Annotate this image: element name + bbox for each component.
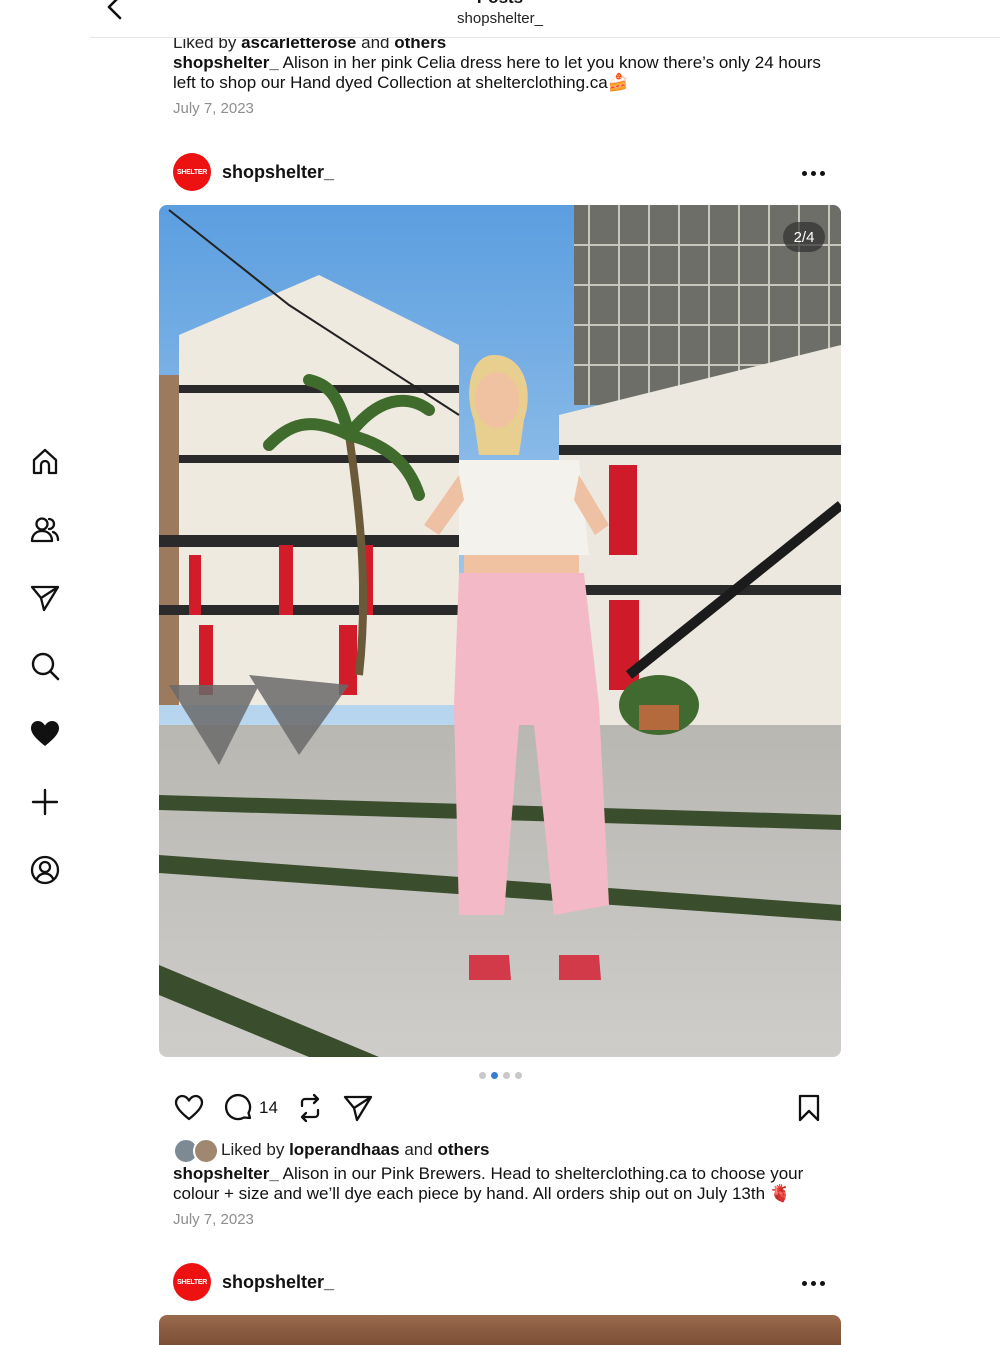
comment-button[interactable]: 14 <box>223 1090 278 1126</box>
like-button[interactable] <box>173 1090 205 1126</box>
nav-profile[interactable] <box>20 848 70 892</box>
more-icon <box>800 163 827 181</box>
heart-icon <box>174 1094 204 1121</box>
post-image[interactable]: 2/4 <box>159 205 841 1057</box>
carousel-dot <box>502 1072 510 1079</box>
post-caption-block: Liked by loperandhaas and others shopshe… <box>173 1138 833 1230</box>
comment-icon <box>224 1093 252 1121</box>
nav-people[interactable] <box>20 508 70 552</box>
repost-icon <box>300 1093 320 1123</box>
likes-others-link[interactable]: others <box>437 1140 489 1159</box>
header-divider <box>90 37 1000 38</box>
post-caption: shopshelter_ Alison in our Pink Brewers.… <box>173 1164 833 1204</box>
avatar[interactable]: SHELTER <box>173 1263 211 1301</box>
post-date: July 7, 2023 <box>173 1211 254 1228</box>
more-options-button[interactable] <box>793 1267 833 1297</box>
bookmark-icon <box>798 1094 820 1122</box>
nav-create[interactable] <box>20 780 70 824</box>
heart-filled-icon <box>31 721 59 746</box>
profile-icon <box>30 855 60 885</box>
nav-home[interactable] <box>20 440 70 484</box>
send-icon <box>343 1095 373 1122</box>
image-counter-badge: 2/4 <box>783 222 825 252</box>
prev-post-caption: shopshelter_ Alison in her pink Celia dr… <box>173 53 833 93</box>
post-username[interactable]: shopshelter_ <box>222 162 334 183</box>
likes-and: and <box>404 1140 433 1159</box>
more-icon <box>800 1273 827 1291</box>
carousel-indicator <box>0 1072 1000 1079</box>
avatar-logo-text: SHELTER <box>176 168 208 176</box>
caption-username[interactable]: shopshelter_ <box>173 53 279 72</box>
more-options-button[interactable] <box>793 157 833 187</box>
save-button[interactable] <box>793 1090 825 1126</box>
prev-post-caption-block: Liked by ascarletterose and others shops… <box>173 33 833 119</box>
comment-count: 14 <box>259 1098 278 1117</box>
post-header: SHELTER shopshelter_ <box>173 153 833 193</box>
home-icon <box>32 448 58 475</box>
search-icon <box>31 652 60 681</box>
post-username[interactable]: shopshelter_ <box>222 1272 334 1293</box>
nav-search[interactable] <box>20 644 70 688</box>
page-subtitle: shopshelter_ <box>457 10 543 27</box>
likes-prefix: Liked by <box>221 1140 285 1159</box>
repost-button[interactable] <box>294 1090 326 1126</box>
next-post-header: SHELTER shopshelter_ <box>173 1263 833 1303</box>
plus-icon <box>31 788 59 816</box>
post-likes[interactable]: Liked by loperandhaas and others <box>173 1138 833 1164</box>
carousel-dot <box>514 1072 522 1079</box>
likes-user-link[interactable]: loperandhaas <box>289 1140 400 1159</box>
carousel-dot <box>478 1072 486 1079</box>
caption-username[interactable]: shopshelter_ <box>173 1164 279 1183</box>
top-bar: Posts shopshelter_ <box>0 0 1000 38</box>
prev-post-date: July 7, 2023 <box>173 100 254 117</box>
nav-messages[interactable] <box>20 576 70 620</box>
avatar-logo-text: SHELTER <box>176 1278 208 1286</box>
page-title: Posts <box>0 0 1000 8</box>
liker-avatar <box>193 1138 219 1164</box>
next-post-image[interactable] <box>159 1315 841 1345</box>
send-icon <box>30 585 60 612</box>
nav-activity[interactable] <box>20 712 70 756</box>
people-icon <box>30 517 60 543</box>
post-actions: 14 <box>173 1090 833 1128</box>
avatar[interactable]: SHELTER <box>173 153 211 191</box>
post-photo-illustration <box>159 205 841 1057</box>
share-button[interactable] <box>342 1090 374 1126</box>
carousel-dot-active <box>490 1072 498 1079</box>
